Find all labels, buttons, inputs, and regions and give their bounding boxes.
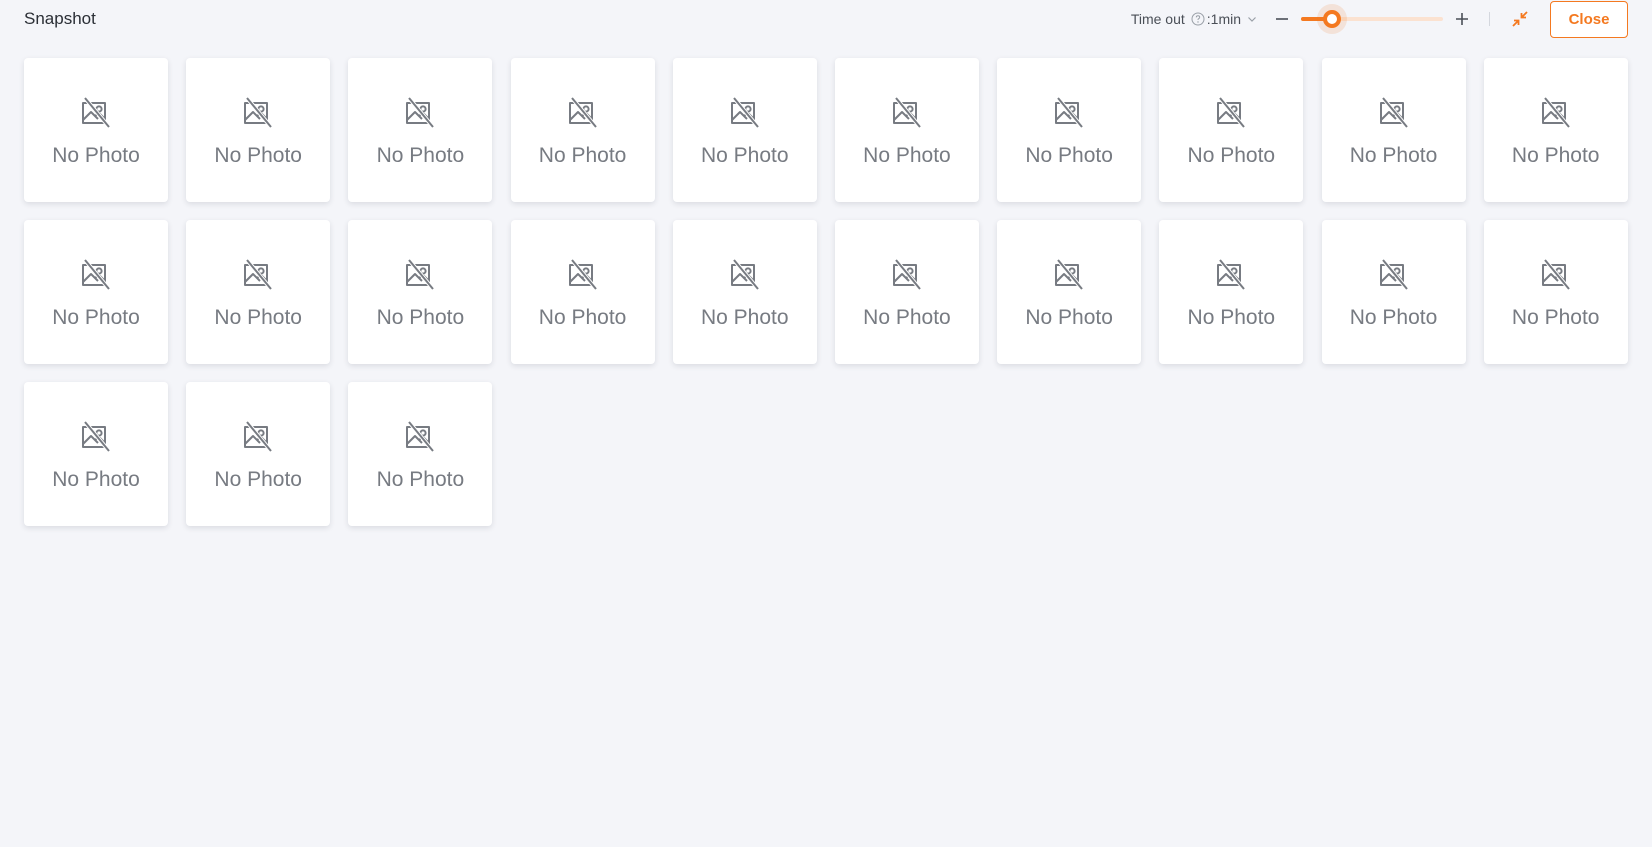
snapshot-label: No Photo: [214, 468, 302, 491]
snapshot-card[interactable]: No Photo: [997, 220, 1142, 364]
snapshot-label: No Photo: [700, 306, 789, 329]
shrink-icon[interactable]: [1510, 9, 1530, 29]
snapshot-label: No Photo: [376, 306, 465, 329]
no-photo-icon: [401, 257, 439, 291]
snapshot-card[interactable]: No Photo: [672, 220, 817, 364]
snapshot-label: No Photo: [376, 144, 465, 167]
snapshot-card[interactable]: No Photo: [1321, 58, 1466, 202]
snapshot-card[interactable]: No Photo: [186, 58, 331, 202]
snapshot-label: No Photo: [52, 144, 140, 167]
no-photo-icon: [401, 95, 439, 129]
no-photo-icon: [888, 257, 926, 291]
no-photo-icon: [77, 419, 115, 453]
snapshot-label: No Photo: [1187, 306, 1276, 329]
zoom-out-button[interactable]: [1273, 10, 1291, 28]
zoom-slider[interactable]: [1301, 8, 1443, 30]
snapshot-card[interactable]: No Photo: [510, 220, 655, 364]
divider: [1489, 12, 1490, 26]
snapshot-card[interactable]: No Photo: [24, 382, 168, 526]
no-photo-icon: [239, 95, 277, 129]
timeout-select[interactable]: Time out :1min: [1131, 11, 1257, 27]
snapshot-grid: No Photo No Photo No Photo No Photo No Photo…: [24, 58, 1628, 526]
no-photo-icon: [1212, 95, 1250, 129]
snapshot-card[interactable]: No Photo: [672, 58, 817, 202]
snapshot-card[interactable]: No Photo: [834, 220, 979, 364]
snapshot-card[interactable]: No Photo: [348, 58, 493, 202]
snapshot-card[interactable]: No Photo: [510, 58, 655, 202]
page-title: Snapshot: [24, 9, 96, 28]
no-photo-icon: [564, 95, 602, 129]
no-photo-icon: [1375, 257, 1413, 291]
no-photo-icon: [239, 419, 277, 453]
timeout-label: Time out: [1130, 11, 1185, 27]
zoom-slider-handle[interactable]: [1323, 10, 1342, 28]
no-photo-icon: [888, 95, 926, 129]
no-photo-icon: [726, 257, 764, 291]
no-photo-icon: [239, 257, 277, 291]
header-bar: Snapshot Time out :1min Close: [0, 0, 1652, 38]
no-photo-icon: [1050, 95, 1088, 129]
no-photo-icon: [1050, 257, 1088, 291]
minus-icon: [1276, 18, 1288, 20]
snapshot-label: No Photo: [863, 144, 951, 167]
no-photo-icon: [77, 257, 115, 291]
snapshot-card[interactable]: No Photo: [834, 58, 979, 202]
no-photo-icon: [726, 95, 764, 129]
snapshot-label: No Photo: [52, 306, 140, 329]
header-controls: Time out :1min Close: [1131, 0, 1628, 38]
snapshot-label: No Photo: [52, 468, 140, 491]
chevron-down-icon: [1247, 14, 1257, 24]
timeout-value: :1min: [1206, 11, 1241, 27]
snapshot-label: No Photo: [538, 144, 627, 167]
no-photo-icon: [1537, 257, 1575, 291]
no-photo-icon: [564, 257, 602, 291]
snapshot-card[interactable]: No Photo: [24, 220, 168, 364]
snapshot-card[interactable]: No Photo: [186, 220, 331, 364]
snapshot-label: No Photo: [1187, 144, 1276, 167]
snapshot-label: No Photo: [538, 306, 627, 329]
snapshot-card[interactable]: No Photo: [997, 58, 1142, 202]
zoom-in-button[interactable]: [1453, 10, 1471, 28]
no-photo-icon: [1212, 257, 1250, 291]
close-button[interactable]: Close: [1550, 0, 1628, 38]
no-photo-icon: [77, 95, 115, 129]
snapshot-card[interactable]: No Photo: [1159, 58, 1304, 202]
no-photo-icon: [1537, 95, 1575, 129]
snapshot-label: No Photo: [1025, 144, 1113, 167]
snapshot-label: No Photo: [1349, 306, 1438, 329]
snapshot-card[interactable]: No Photo: [348, 382, 493, 526]
snapshot-label: No Photo: [214, 306, 302, 329]
snapshot-card[interactable]: No Photo: [1483, 58, 1628, 202]
snapshot-label: No Photo: [1511, 144, 1600, 167]
snapshot-card[interactable]: No Photo: [348, 220, 493, 364]
snapshot-card[interactable]: No Photo: [24, 58, 168, 202]
snapshot-card[interactable]: No Photo: [1483, 220, 1628, 364]
snapshot-label: No Photo: [376, 468, 465, 491]
snapshot-label: No Photo: [1349, 144, 1438, 167]
snapshot-label: No Photo: [214, 144, 302, 167]
snapshot-label: No Photo: [700, 144, 789, 167]
no-photo-icon: [1375, 95, 1413, 129]
snapshot-label: No Photo: [1025, 306, 1113, 329]
question-circle-icon[interactable]: [1191, 12, 1205, 26]
snapshot-card[interactable]: No Photo: [1321, 220, 1466, 364]
no-photo-icon: [401, 419, 439, 453]
snapshot-label: No Photo: [1511, 306, 1600, 329]
plus-icon: [1456, 13, 1468, 25]
snapshot-label: No Photo: [863, 306, 951, 329]
snapshot-card[interactable]: No Photo: [1159, 220, 1304, 364]
snapshot-card[interactable]: No Photo: [186, 382, 331, 526]
